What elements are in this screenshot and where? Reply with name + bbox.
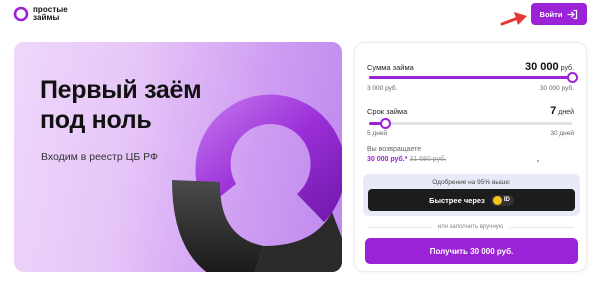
approval-box: Одобрение на 95% выше: Быстрее через ID <box>363 174 580 216</box>
return-label: Вы возвращаете <box>367 146 422 153</box>
amount-slider-fill <box>369 76 572 79</box>
term-max: 30 дней <box>550 130 574 137</box>
get-loan-button[interactable]: Получить 30 000 руб. <box>365 238 578 264</box>
return-old-value: 31 680 руб. <box>409 156 447 163</box>
term-range: 5 дней 30 дней <box>367 130 574 137</box>
logo-line-2: займы <box>33 13 60 22</box>
login-arrow-icon <box>567 9 578 19</box>
fast-login-label: Быстрее через <box>429 195 485 205</box>
term-value: 7 <box>550 105 557 117</box>
hero-title: Первый заём под ноль <box>40 75 202 135</box>
term-slider-handle[interactable] <box>379 118 391 129</box>
amount-slider-handle[interactable] <box>566 72 578 83</box>
amount-label: Сумма займа <box>367 63 414 72</box>
fast-login-button[interactable]: Быстрее через ID <box>368 189 575 211</box>
amount-slider[interactable] <box>369 72 578 83</box>
amount-range: 3 000 руб. 30 000 руб. <box>367 85 574 92</box>
shield-icon <box>492 195 502 205</box>
term-header: Срок займа 7 дней <box>367 101 574 119</box>
amount-min: 3 000 руб. <box>367 85 398 92</box>
term-min: 5 дней <box>367 130 388 137</box>
term-unit: дней <box>558 109 574 116</box>
logo-ring-icon <box>13 6 29 22</box>
term-slider[interactable] <box>369 118 572 129</box>
id-badge-text: ID <box>503 197 510 203</box>
hero-subtitle: Входим в реестр ЦБ РФ <box>41 151 159 163</box>
logo-text: простые займы <box>33 6 68 22</box>
amount-max: 30 000 руб. <box>539 85 574 92</box>
logo[interactable]: простые займы <box>13 6 68 22</box>
return-value-row: 30 000 руб.* 31 680 руб. <box>367 156 446 163</box>
login-button[interactable]: Войти <box>531 3 587 25</box>
hero-title-line-1: Первый заём <box>40 76 202 104</box>
amount-header: Сумма займа 30 000 руб. <box>367 57 574 75</box>
loan-calculator: Сумма займа 30 000 руб. 3 000 руб. 30 000… <box>354 42 587 272</box>
or-divider: или заполнить вручную <box>367 224 574 230</box>
divider-line-left <box>367 226 432 228</box>
term-label: Срок займа <box>367 107 408 116</box>
or-text: или заполнить вручную <box>437 224 504 230</box>
approval-text: Одобрение на 95% выше: <box>432 179 511 186</box>
divider-line-right <box>509 226 574 228</box>
hero-title-line-2: под ноль <box>40 106 152 134</box>
divider-dot <box>537 160 539 162</box>
amount-value: 30 000 <box>524 61 559 73</box>
id-badge: ID <box>490 194 514 206</box>
return-value: 30 000 руб.* <box>367 156 408 163</box>
hero-banner: Первый заём под ноль Входим в реестр ЦБ … <box>14 42 342 272</box>
pointer-arrow-icon <box>500 12 527 26</box>
header: простые займы Войти <box>0 0 600 30</box>
login-label: Войти <box>539 9 563 19</box>
amount-unit: руб. <box>560 65 574 72</box>
